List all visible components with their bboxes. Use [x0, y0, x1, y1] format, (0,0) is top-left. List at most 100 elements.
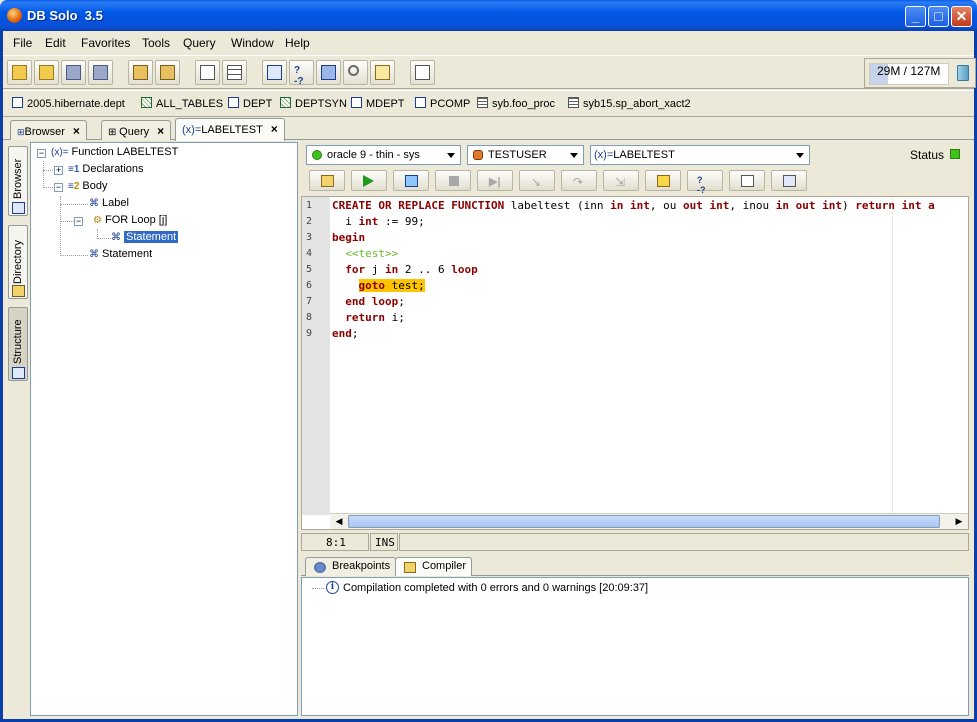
compile-button[interactable]: [645, 170, 681, 191]
app-icon: [7, 8, 22, 23]
save-button[interactable]: [61, 60, 86, 85]
tab-labeltest[interactable]: (x)=LABELTEST ×: [175, 118, 285, 141]
structure-button[interactable]: [309, 170, 345, 191]
editor-status-filler: [399, 533, 969, 551]
close-tab-icon[interactable]: ×: [157, 124, 164, 138]
table-icon: [228, 97, 239, 108]
favorite-item[interactable]: 2005.hibernate.dept: [12, 97, 125, 110]
favorites-bar: 2005.hibernate.dept ALL_TABLES DEPT DEPT…: [3, 90, 974, 117]
menu-tools[interactable]: Tools: [142, 36, 170, 50]
object-select[interactable]: (x)=LABELTEST: [590, 145, 810, 165]
collapse-toggle[interactable]: −: [74, 217, 83, 226]
open-multiple-icon: [39, 65, 54, 80]
tab-query[interactable]: ⊞ Query ×: [101, 120, 172, 140]
dock-directory[interactable]: Directory: [8, 225, 28, 299]
step-button[interactable]: ▶|: [477, 170, 513, 191]
scroll-right-icon[interactable]: ▶: [951, 514, 967, 529]
memory-label: 29M / 127M: [877, 64, 941, 78]
step-into-button[interactable]: ↘: [519, 170, 555, 191]
table-button[interactable]: [222, 60, 247, 85]
scrollbar-thumb[interactable]: [348, 515, 940, 528]
query-help-button[interactable]: ?-?: [687, 170, 723, 195]
edit-button[interactable]: [410, 60, 435, 85]
tree-node-label-item[interactable]: ⌘ Label: [89, 197, 129, 209]
favorite-label: ALL_TABLES: [156, 98, 224, 110]
tree-node-for-loop[interactable]: ⚙ FOR Loop [j]: [93, 214, 167, 226]
query-help-button[interactable]: ?-?: [289, 60, 314, 87]
connection-select[interactable]: oracle 9 - thin - sys: [306, 145, 461, 165]
menu-edit[interactable]: Edit: [45, 36, 66, 50]
connect-button[interactable]: [128, 60, 153, 85]
tree-node-declarations[interactable]: ≡1 Declarations: [68, 163, 144, 175]
line-number: 1: [306, 200, 313, 211]
run-button[interactable]: [351, 170, 387, 191]
menu-window[interactable]: Window: [231, 36, 274, 50]
favorite-item[interactable]: syb15.sp_abort_xact2: [568, 97, 691, 110]
line-number: 7: [306, 296, 313, 307]
scroll-left-icon[interactable]: ◀: [331, 514, 347, 529]
favorite-item[interactable]: PCOMP: [415, 97, 470, 110]
tab-browser[interactable]: ⊞Browser ×: [10, 120, 87, 140]
report-button[interactable]: [370, 60, 395, 85]
open-multiple-button[interactable]: [34, 60, 59, 85]
tree-node-body[interactable]: ≡2 Body: [68, 180, 107, 192]
step-over-icon: ↷: [573, 175, 584, 189]
search-button[interactable]: [343, 60, 368, 85]
menu-help[interactable]: Help: [285, 36, 310, 50]
chevron-down-icon: [447, 153, 455, 158]
menu-favorites[interactable]: Favorites: [81, 36, 130, 50]
favorite-item[interactable]: DEPTSYN: [280, 97, 347, 110]
debug-button[interactable]: [393, 170, 429, 191]
step-over-button[interactable]: ↷: [561, 170, 597, 191]
close-tab-icon[interactable]: ×: [73, 124, 80, 138]
document-tabs: ⊞Browser × ⊞ Query × (x)=LABELTEST ×: [3, 118, 974, 141]
garbage-collect-icon[interactable]: [957, 65, 969, 81]
favorite-item[interactable]: ALL_TABLES: [141, 97, 223, 110]
tree-node-statement[interactable]: ⌘ Statement: [89, 248, 152, 260]
statement-icon: ⌘: [89, 249, 99, 260]
tree-node-label: Statement: [124, 231, 179, 243]
code-line: i int := 99;: [332, 215, 425, 228]
tree-node-label: Label: [102, 197, 129, 209]
close-tab-icon[interactable]: ×: [271, 122, 278, 136]
schema-value: TESTUSER: [488, 149, 547, 161]
stop-button[interactable]: [435, 170, 471, 191]
schema-select[interactable]: TESTUSER: [467, 145, 584, 165]
open-button[interactable]: [7, 60, 32, 85]
minimize-button[interactable]: _: [905, 6, 926, 27]
dock-structure[interactable]: Structure: [8, 307, 28, 381]
tab-breakpoints[interactable]: Breakpoints: [305, 557, 397, 576]
expand-toggle[interactable]: +: [54, 166, 63, 175]
tree-button[interactable]: [195, 60, 220, 85]
edit-code-button[interactable]: [729, 170, 765, 191]
print-button[interactable]: [771, 170, 807, 191]
line-number: 4: [306, 248, 313, 259]
menu-query[interactable]: Query: [183, 36, 216, 50]
schema-button[interactable]: [262, 60, 287, 85]
code-line: CREATE OR REPLACE FUNCTION labeltest (in…: [332, 199, 935, 212]
step-out-button[interactable]: ⇲: [603, 170, 639, 191]
tree-node-statement-selected[interactable]: ⌘ Statement: [111, 231, 179, 243]
close-button[interactable]: ✕: [951, 6, 972, 27]
dock-browser[interactable]: Browser: [8, 146, 28, 216]
browser-tab-icon: ⊞: [17, 127, 25, 137]
query-help-icon: ?-?: [294, 65, 304, 87]
menu-file[interactable]: File: [13, 36, 32, 50]
query-tab-icon: ⊞: [108, 127, 120, 138]
collapse-toggle[interactable]: −: [54, 183, 63, 192]
tab-compiler[interactable]: Compiler: [395, 557, 473, 576]
favorite-item[interactable]: syb.foo_proc: [477, 97, 555, 110]
collapse-toggle[interactable]: −: [37, 149, 46, 158]
maximize-button[interactable]: □: [928, 6, 949, 27]
favorite-item[interactable]: DEPT: [228, 97, 272, 110]
disconnect-button[interactable]: [155, 60, 180, 85]
favorite-item[interactable]: MDEPT: [351, 97, 405, 110]
code-editor[interactable]: 1 2 3 4 5 6 7 8 9 CREATE OR REPLACE FUNC…: [301, 196, 969, 530]
declarations-number: 1: [73, 164, 80, 175]
horizontal-scrollbar[interactable]: ◀ ▶: [330, 513, 968, 529]
tree-node-function[interactable]: (x)= Function LABELTEST: [51, 146, 178, 158]
minimize-icon: _: [911, 8, 920, 24]
export-button[interactable]: [316, 60, 341, 85]
step-icon: ▶|: [489, 176, 501, 188]
save-all-button[interactable]: [88, 60, 113, 85]
